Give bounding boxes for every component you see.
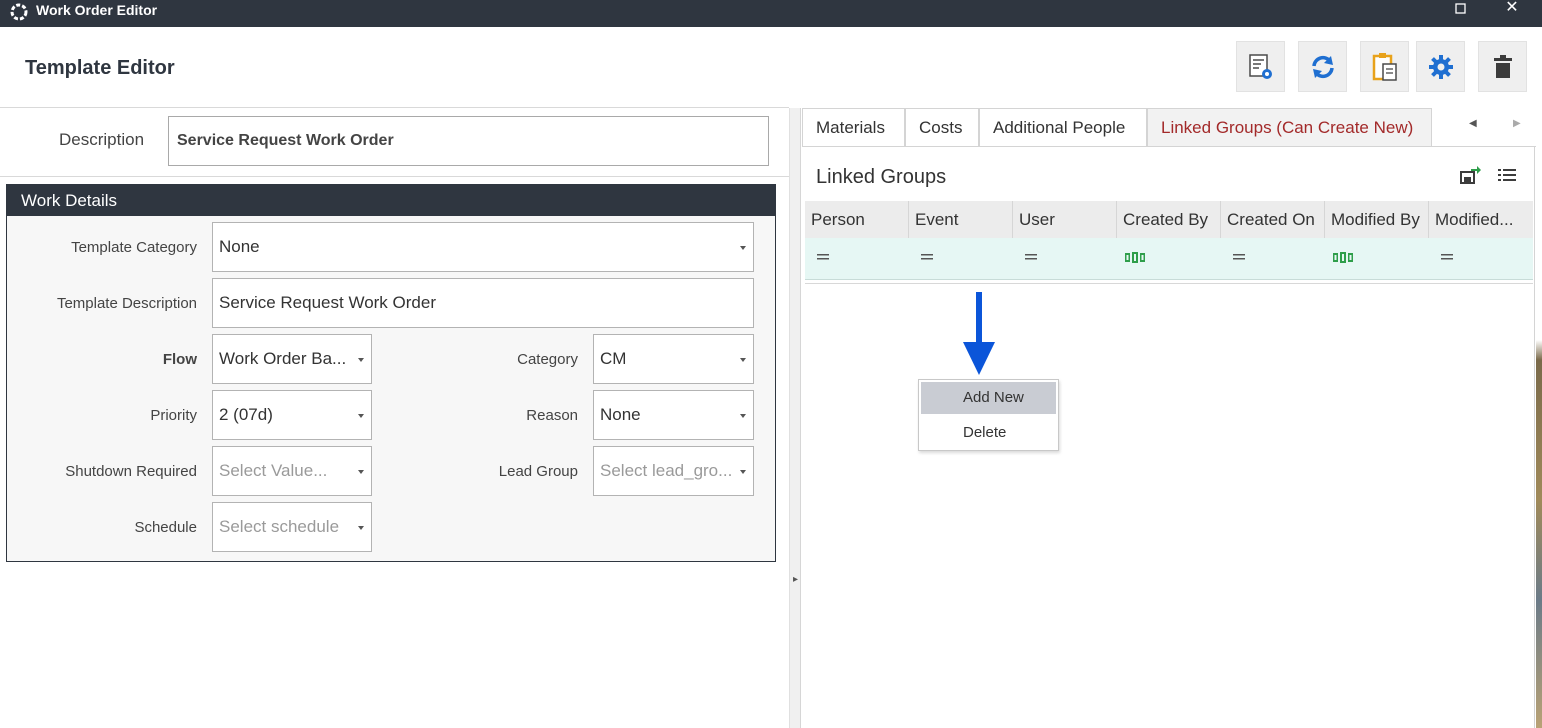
maximize-button[interactable]	[1453, 2, 1467, 16]
close-button[interactable]: ✕	[1504, 0, 1520, 16]
tab-materials[interactable]: Materials	[802, 108, 905, 147]
desktop-background-top	[1536, 0, 1542, 27]
priority-value: 2 (07d)	[219, 405, 273, 424]
template-description-input[interactable]: Service Request Work Order	[212, 278, 754, 328]
tab-additional-people[interactable]: Additional People	[979, 108, 1147, 147]
tab-linked-groups[interactable]: Linked Groups (Can Create New)	[1147, 108, 1432, 147]
category-value: CM	[600, 349, 627, 368]
menu-item-delete[interactable]: Delete	[921, 417, 1056, 449]
category-label: Category	[517, 351, 578, 368]
clipboard-button[interactable]	[1360, 41, 1409, 92]
work-details-header: Work Details	[7, 185, 775, 216]
app-gear-icon	[10, 3, 28, 21]
lead-group-dropdown[interactable]: Select lead_gro...	[593, 446, 754, 496]
grid-header: Person Event User Created By Created On …	[805, 201, 1533, 238]
schedule-label: Schedule	[134, 519, 197, 536]
column-header-user[interactable]: User	[1013, 201, 1117, 238]
equals-icon[interactable]	[1233, 253, 1245, 261]
right-panel-border	[1534, 146, 1535, 728]
schedule-placeholder: Select schedule	[219, 517, 340, 536]
flow-dropdown[interactable]: Work Order Ba...	[212, 334, 372, 384]
panel-splitter[interactable]: ▸	[789, 108, 801, 728]
shutdown-required-dropdown[interactable]: Select Value...	[212, 446, 372, 496]
abc-icon[interactable]	[1125, 252, 1145, 263]
menu-item-add-new[interactable]: Add New	[921, 382, 1056, 414]
template-category-label: Template Category	[71, 239, 197, 256]
grid-body-divider	[805, 283, 1533, 284]
chevron-down-icon	[740, 470, 746, 474]
chevron-down-icon	[358, 470, 364, 474]
lead-group-label: Lead Group	[498, 463, 578, 480]
tabs-divider	[802, 146, 1536, 147]
template-category-value: None	[219, 237, 260, 256]
refresh-button[interactable]	[1298, 41, 1347, 92]
chevron-down-icon	[358, 358, 364, 362]
equals-icon[interactable]	[1025, 253, 1037, 261]
form-settings-icon	[1248, 53, 1272, 79]
chevron-right-icon[interactable]: ▸	[793, 574, 798, 585]
annotation-arrow-icon	[963, 292, 995, 375]
context-menu: Add New Delete	[918, 379, 1059, 451]
reason-value: None	[600, 405, 641, 424]
priority-dropdown[interactable]: 2 (07d)	[212, 390, 372, 440]
page-title: Template Editor	[25, 57, 175, 79]
schedule-dropdown[interactable]: Select schedule	[212, 502, 372, 552]
delete-button[interactable]	[1478, 41, 1527, 92]
refresh-icon	[1311, 55, 1334, 78]
column-header-person[interactable]: Person	[805, 201, 909, 238]
priority-label: Priority	[150, 407, 197, 424]
flow-value: Work Order Ba...	[219, 349, 347, 368]
abc-icon[interactable]	[1333, 252, 1353, 263]
shutdown-required-placeholder: Select Value...	[219, 461, 328, 480]
list-view-icon[interactable]	[1496, 165, 1518, 185]
desktop-background	[1536, 0, 1542, 728]
window-title: Work Order Editor	[36, 2, 158, 18]
tab-scroll-left-icon[interactable]: ◀	[1469, 118, 1477, 129]
gear-icon	[1428, 54, 1453, 79]
description-divider	[0, 176, 789, 177]
category-dropdown[interactable]: CM	[593, 334, 754, 384]
template-description-label: Template Description	[56, 295, 197, 312]
reason-dropdown[interactable]: None	[593, 390, 754, 440]
tab-costs[interactable]: Costs	[905, 108, 979, 147]
description-input[interactable]: Service Request Work Order	[168, 116, 769, 166]
description-label: Description	[59, 130, 145, 149]
column-header-event[interactable]: Event	[909, 201, 1013, 238]
header-divider	[0, 107, 789, 108]
clipboard-icon	[1372, 52, 1397, 81]
export-icon[interactable]	[1459, 165, 1481, 185]
equals-icon[interactable]	[817, 253, 829, 261]
chevron-down-icon	[740, 358, 746, 362]
trash-icon	[1493, 54, 1512, 78]
column-header-created-on[interactable]: Created On	[1221, 201, 1325, 238]
lead-group-placeholder: Select lead_gro...	[600, 461, 733, 480]
equals-icon[interactable]	[1441, 253, 1453, 261]
column-header-modified-by[interactable]: Modified By	[1325, 201, 1429, 238]
column-header-modified-on[interactable]: Modified...	[1429, 201, 1533, 238]
chevron-down-icon	[358, 414, 364, 418]
shutdown-required-label: Shutdown Required	[65, 463, 197, 480]
linked-groups-title: Linked Groups	[816, 166, 947, 188]
equals-icon[interactable]	[921, 253, 933, 261]
tab-scroll-right-icon[interactable]: ▶	[1513, 118, 1521, 129]
chevron-down-icon	[740, 414, 746, 418]
template-category-dropdown[interactable]: None	[212, 222, 754, 272]
column-header-created-by[interactable]: Created By	[1117, 201, 1221, 238]
chevron-down-icon	[740, 246, 746, 250]
form-settings-button[interactable]	[1236, 41, 1285, 92]
filter-row[interactable]	[805, 238, 1533, 280]
flow-label: Flow	[162, 351, 197, 368]
title-bar: Work Order Editor ✕	[0, 0, 1536, 27]
settings-button[interactable]	[1416, 41, 1465, 92]
reason-label: Reason	[526, 407, 578, 424]
chevron-down-icon	[358, 526, 364, 530]
